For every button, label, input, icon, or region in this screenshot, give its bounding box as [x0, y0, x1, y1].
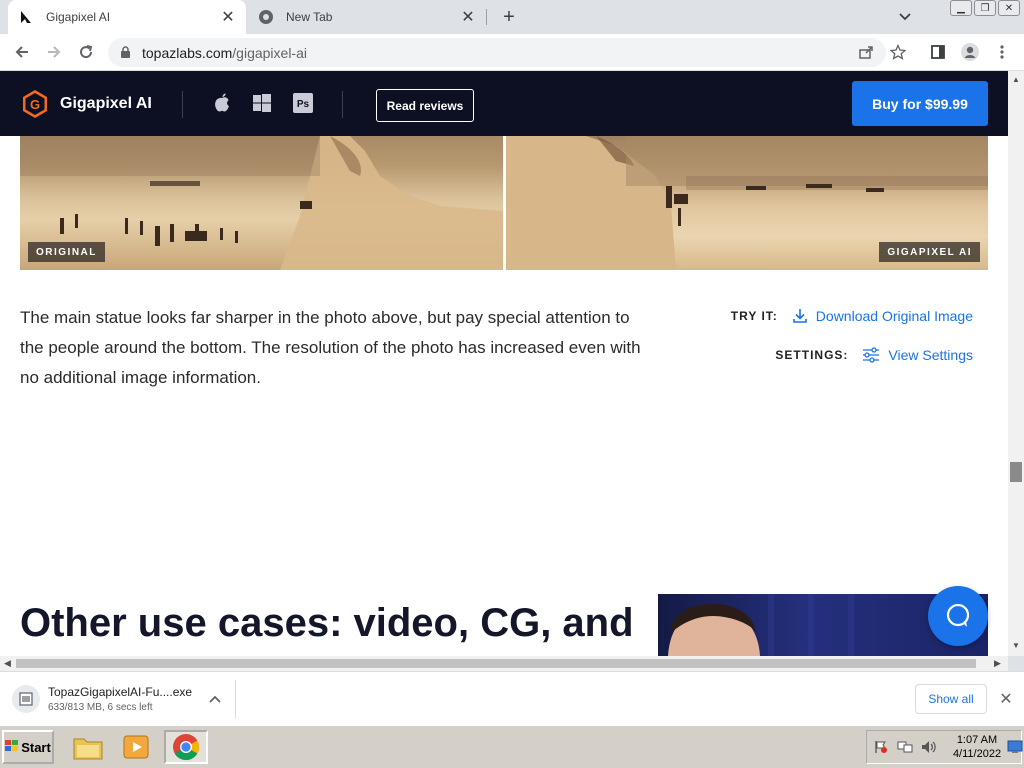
start-button[interactable]: Start	[2, 730, 54, 764]
profile-avatar-icon[interactable]	[958, 40, 982, 64]
download-status: 633/813 MB, 6 secs left	[48, 702, 153, 713]
nav-divider	[342, 91, 343, 118]
forward-arrow-icon[interactable]	[42, 40, 66, 64]
read-reviews-button[interactable]: Read reviews	[376, 89, 474, 122]
share-icon[interactable]	[854, 40, 878, 64]
bookmark-star-icon[interactable]	[886, 40, 910, 64]
windows-icon[interactable]	[252, 93, 272, 113]
scroll-down-arrow-icon[interactable]: ▼	[1012, 641, 1020, 650]
kebab-menu-icon[interactable]	[990, 40, 1014, 64]
show-all-button[interactable]: Show all	[915, 684, 987, 714]
minimize-icon[interactable]: ▁	[950, 0, 972, 16]
settings-row: SETTINGS: View Settings	[775, 347, 973, 363]
original-label: ORIGINAL	[28, 242, 105, 262]
show-desktop-icon[interactable]	[1005, 737, 1024, 757]
chevron-up-icon[interactable]	[205, 689, 225, 709]
tab-title: Gigapixel AI	[46, 10, 111, 24]
reload-icon[interactable]	[74, 40, 98, 64]
brand[interactable]: G Gigapixel AI	[20, 89, 152, 119]
tab-new-tab[interactable]: New Tab ✕	[250, 0, 486, 34]
gigapixel-logo-icon: G	[23, 90, 47, 118]
side-panel-icon[interactable]	[926, 40, 950, 64]
clock[interactable]: 1:07 AM 4/11/2022	[947, 733, 1007, 761]
view-settings-link[interactable]: View Settings	[862, 347, 973, 363]
gigapixel-image: GIGAPIXEL AI	[506, 136, 988, 270]
scroll-right-arrow-icon[interactable]: ▶	[994, 658, 1001, 669]
volume-icon[interactable]	[919, 737, 939, 757]
gigapixel-label: GIGAPIXEL AI	[879, 242, 980, 262]
clock-time: 1:07 AM	[956, 734, 998, 746]
close-download-bar-icon[interactable]: ✕	[996, 689, 1016, 709]
vertical-scroll-thumb[interactable]	[1010, 462, 1022, 482]
tab-separator	[486, 9, 487, 25]
window-controls: ▁ ❐ ✕	[950, 0, 1020, 18]
system-tray: 1:07 AM 4/11/2022	[866, 730, 1024, 764]
media-player-icon[interactable]	[114, 730, 158, 764]
url-path: /gigapixel-ai	[232, 44, 307, 61]
try-it-row: TRY IT: Download Original Image	[731, 308, 973, 324]
photoshop-icon[interactable]: Ps	[292, 93, 314, 113]
tab-search-chevron-icon[interactable]	[896, 8, 914, 26]
sliders-icon	[862, 347, 880, 363]
brand-name: Gigapixel AI	[60, 95, 152, 112]
buy-button[interactable]: Buy for $99.99	[852, 81, 988, 126]
lock-icon[interactable]	[120, 46, 134, 59]
back-arrow-icon[interactable]	[10, 40, 34, 64]
windows-flag-icon	[5, 739, 19, 755]
description-text: The main statue looks far sharper in the…	[20, 308, 641, 387]
taskbar: Start 1:07 AM 4/11/2022	[0, 724, 1024, 768]
download-file-name: TopazGigapixelAI-Fu....exe	[48, 685, 193, 699]
download-original-text: Download Original Image	[815, 308, 973, 324]
view-settings-text: View Settings	[888, 347, 973, 363]
chrome-icon	[258, 9, 274, 25]
tab-title: New Tab	[286, 10, 333, 24]
scroll-up-arrow-icon[interactable]: ▲	[1012, 75, 1020, 84]
window-close-icon[interactable]: ✕	[998, 0, 1020, 16]
page-viewport: G Gigapixel AI Ps Read reviews Buy for $…	[0, 71, 1008, 656]
installer-file-icon	[12, 685, 40, 713]
chat-bubble-icon	[946, 603, 970, 627]
close-tab-icon[interactable]: ✕	[458, 7, 478, 27]
nav-divider	[182, 91, 183, 118]
download-original-link[interactable]: Download Original Image	[792, 308, 973, 324]
network-icon[interactable]	[895, 737, 915, 757]
download-bar: TopazGigapixelAI-Fu....exe 633/813 MB, 6…	[0, 671, 1024, 724]
settings-label: SETTINGS:	[775, 348, 849, 362]
svg-text:G: G	[30, 97, 40, 112]
chrome-taskbar-icon[interactable]	[164, 730, 208, 764]
chat-support-button[interactable]	[928, 586, 988, 646]
address-bar[interactable]: topazlabs.com/gigapixel-ai	[108, 38, 886, 67]
horizontal-scrollbar[interactable]: ◀ ▶	[0, 656, 1008, 671]
site-header: G Gigapixel AI Ps Read reviews Buy for $…	[0, 71, 1008, 136]
other-use-cases-heading: Other use cases: video, CG, and	[20, 601, 634, 645]
download-item[interactable]: TopazGigapixelAI-Fu....exe 633/813 MB, 6…	[12, 680, 236, 718]
tab-gigapixel[interactable]: Gigapixel AI ✕	[8, 0, 246, 34]
action-center-flag-icon[interactable]	[871, 737, 891, 757]
url-host: topazlabs.com	[142, 44, 233, 61]
original-image: ORIGINAL	[20, 136, 503, 270]
horizontal-scroll-thumb[interactable]	[16, 659, 976, 668]
browser-toolbar: topazlabs.com/gigapixel-ai	[0, 34, 1024, 71]
topaz-favicon-icon	[18, 9, 34, 25]
apple-icon[interactable]	[212, 93, 232, 113]
restore-icon[interactable]: ❐	[974, 0, 996, 16]
try-it-label: TRY IT:	[730, 309, 778, 323]
start-label: Start	[21, 739, 51, 755]
download-icon	[792, 308, 808, 324]
photoshop-badge-text: Ps	[297, 99, 310, 110]
clock-date: 4/11/2022	[952, 748, 1002, 760]
file-explorer-icon[interactable]	[66, 730, 110, 764]
new-tab-plus-icon[interactable]: +	[498, 6, 520, 28]
tab-strip: Gigapixel AI ✕ New Tab ✕ + ▁ ❐ ✕	[0, 0, 1024, 34]
close-tab-icon[interactable]: ✕	[218, 7, 238, 27]
vertical-scrollbar[interactable]: ▲ ▼	[1008, 71, 1024, 656]
scroll-left-arrow-icon[interactable]: ◀	[4, 658, 11, 669]
